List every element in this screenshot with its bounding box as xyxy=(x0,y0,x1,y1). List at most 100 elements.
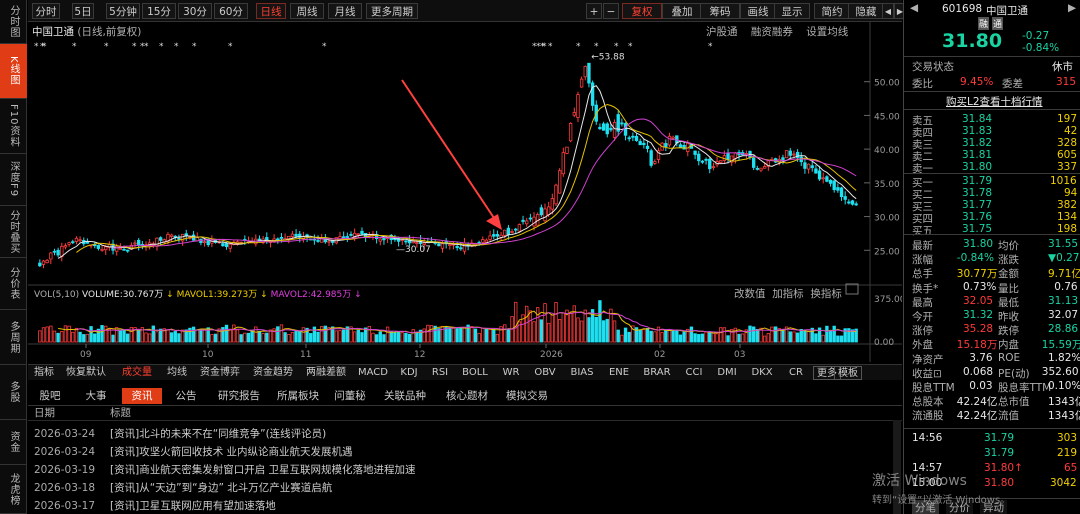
event-marker[interactable]: * xyxy=(322,42,327,52)
vol-tick-0: 0.00 xyxy=(874,338,894,348)
event-marker[interactable]: * xyxy=(144,42,149,52)
news-tab-4[interactable]: 研究报告 xyxy=(212,388,266,404)
toolbar-btn-7[interactable]: 简约 xyxy=(814,3,850,19)
link-hgt[interactable]: 沪股通 xyxy=(706,26,738,38)
event-marker[interactable]: * xyxy=(542,42,547,52)
news-tab-9[interactable]: 模拟交易 xyxy=(500,388,554,404)
left-tab-5[interactable]: 分价表 xyxy=(0,258,27,310)
news-tab-8[interactable]: 核心题材 xyxy=(438,388,496,404)
toolbar-btn-0[interactable]: + xyxy=(586,3,602,19)
indicator-tab-3[interactable]: 均线 xyxy=(162,366,192,380)
next-stock-button[interactable]: ▶ xyxy=(1068,2,1076,14)
toolbar-btn-1[interactable]: − xyxy=(603,3,619,19)
news-row[interactable]: 2026-03-17 [资讯]卫星互联网应用有望加速落地 xyxy=(34,498,276,513)
edit-value-button[interactable]: 改数值 xyxy=(734,288,766,300)
period-tab-0[interactable]: 分时 xyxy=(32,3,60,19)
event-marker[interactable]: * xyxy=(594,42,599,52)
news-tab-2[interactable]: 资讯 xyxy=(122,388,162,404)
prev-button[interactable]: ◀ xyxy=(882,3,894,19)
left-tab-7[interactable]: 多股 xyxy=(0,365,27,420)
event-marker[interactable]: * xyxy=(228,42,233,52)
period-tab-8[interactable]: 月线 xyxy=(328,3,362,19)
candle xyxy=(561,152,565,175)
event-marker[interactable]: * xyxy=(132,42,137,52)
period-tab-5[interactable]: 60分钟 xyxy=(214,3,248,34)
add-indicator-button[interactable]: 加指标 xyxy=(772,288,804,300)
news-row[interactable]: 2026-03-19 [资讯]商业航天密集发射窗口开启 卫星互联网规模化落地进程加… xyxy=(34,462,416,477)
indicator-tab-10[interactable]: BOLL xyxy=(457,366,493,380)
indicator-tab-8[interactable]: KDJ xyxy=(395,366,423,380)
indicator-tab-16[interactable]: CCI xyxy=(679,366,709,380)
toolbar-btn-6[interactable]: 显示 xyxy=(774,3,810,19)
event-marker[interactable]: * xyxy=(72,42,77,52)
left-tab-9[interactable]: 龙虎榜 xyxy=(0,465,27,514)
toolbar-btn-8[interactable]: 隐藏 xyxy=(848,3,884,19)
indicator-tab-7[interactable]: MACD xyxy=(354,366,392,380)
period-tab-4[interactable]: 30分钟 xyxy=(178,3,212,34)
volume-bar xyxy=(415,331,419,343)
toolbar-btn-4[interactable]: 筹码 xyxy=(700,3,740,19)
period-tab-6[interactable]: 日线 xyxy=(256,3,286,19)
indicator-tab-14[interactable]: ENE xyxy=(603,366,635,380)
indicator-tab-18[interactable]: DKX xyxy=(745,366,779,380)
event-marker[interactable]: * xyxy=(159,42,164,52)
left-tab-6[interactable]: 多周期 xyxy=(0,310,27,365)
period-tab-1[interactable]: 5日 xyxy=(72,3,94,19)
indicator-tab-17[interactable]: DMI xyxy=(712,366,742,380)
left-tab-2[interactable]: F10资料 xyxy=(0,99,27,154)
indicator-tab-15[interactable]: BRAR xyxy=(638,366,676,380)
left-tab-0[interactable]: 分时图 xyxy=(0,0,27,44)
swap-indicator-button[interactable]: 换指标 xyxy=(810,288,842,300)
news-tab-6[interactable]: 问董秘 xyxy=(328,388,372,404)
left-tab-3[interactable]: 深度F9 xyxy=(0,154,27,206)
indicator-tab-1[interactable]: 恢复默认 xyxy=(60,366,112,380)
stat-value: 0.73% xyxy=(963,280,997,293)
indicator-tab-2[interactable]: 成交量 xyxy=(115,366,159,380)
candle xyxy=(345,236,350,238)
link-ma-settings[interactable]: 设置均线 xyxy=(806,26,848,38)
prev-stock-button[interactable]: ◀ xyxy=(910,2,918,14)
event-marker[interactable]: * xyxy=(34,42,39,52)
left-tab-1[interactable]: K线图 xyxy=(0,44,27,99)
indicator-tab-19[interactable]: CR xyxy=(782,366,810,380)
news-tab-1[interactable]: 大事 xyxy=(74,388,118,404)
event-marker[interactable]: * xyxy=(42,42,47,52)
news-tab-7[interactable]: 关联品种 xyxy=(376,388,434,404)
left-tab-8[interactable]: 资金 xyxy=(0,420,27,465)
event-marker[interactable]: * xyxy=(548,42,553,52)
news-row[interactable]: 2026-03-24 [资讯]攻坚火箭回收技术 业内纵论商业航天发展机遇 xyxy=(34,444,353,459)
left-tab-4[interactable]: 分时叠买 xyxy=(0,206,27,258)
indicator-tab-12[interactable]: OBV xyxy=(529,366,561,380)
indicator-tab-0[interactable]: 指标 xyxy=(30,366,58,380)
period-tab-9[interactable]: 更多周期 xyxy=(366,3,418,19)
news-tab-5[interactable]: 所属板块 xyxy=(272,388,324,404)
buy-l2-link[interactable]: 购买L2查看十档行情 xyxy=(946,94,1043,109)
event-marker[interactable]: * xyxy=(708,42,713,52)
indicator-tab-11[interactable]: WR xyxy=(496,366,526,380)
event-marker[interactable]: * xyxy=(576,42,581,52)
event-marker[interactable]: * xyxy=(628,42,633,52)
news-row[interactable]: 2026-03-24 [资讯]北斗的未来不在“同维竞争”(连线评论员) xyxy=(34,426,326,441)
event-marker[interactable]: * xyxy=(104,42,109,52)
indicator-tab-9[interactable]: RSI xyxy=(426,366,454,380)
indicator-tab-6[interactable]: 两融差额 xyxy=(301,366,351,380)
event-marker[interactable]: * xyxy=(174,42,179,52)
toolbar-btn-3[interactable]: 叠加 xyxy=(662,3,702,19)
indicator-tab-21[interactable]: 模板 xyxy=(834,366,862,380)
indicator-tab-13[interactable]: BIAS xyxy=(564,366,600,380)
news-tab-3[interactable]: 公告 xyxy=(166,388,206,404)
event-marker[interactable]: * xyxy=(192,42,197,52)
period-tab-2[interactable]: 5分钟 xyxy=(106,3,140,19)
indicator-tab-5[interactable]: 资金趋势 xyxy=(248,366,298,380)
toolbar-btn-2[interactable]: 复权 xyxy=(622,3,662,19)
kline-chart[interactable]: 25.00 30.00 35.00 40.00 45.00 50.00 ←53.88 —30.… xyxy=(28,22,902,362)
news-tab-0[interactable]: 股吧 xyxy=(30,388,70,404)
candle xyxy=(506,227,511,235)
period-tab-3[interactable]: 15分钟 xyxy=(142,3,176,34)
period-tab-7[interactable]: 周线 xyxy=(290,3,324,19)
news-row[interactable]: 2026-03-18 [资讯]从“天边”到“身边” 北斗万亿产业赛道启航 xyxy=(34,480,332,495)
link-margin[interactable]: 融资融券 xyxy=(751,26,793,38)
indicator-tab-4[interactable]: 资金博弈 xyxy=(195,366,245,380)
event-marker[interactable]: * xyxy=(614,42,619,52)
toolbar-btn-5[interactable]: 画线 xyxy=(740,3,776,19)
